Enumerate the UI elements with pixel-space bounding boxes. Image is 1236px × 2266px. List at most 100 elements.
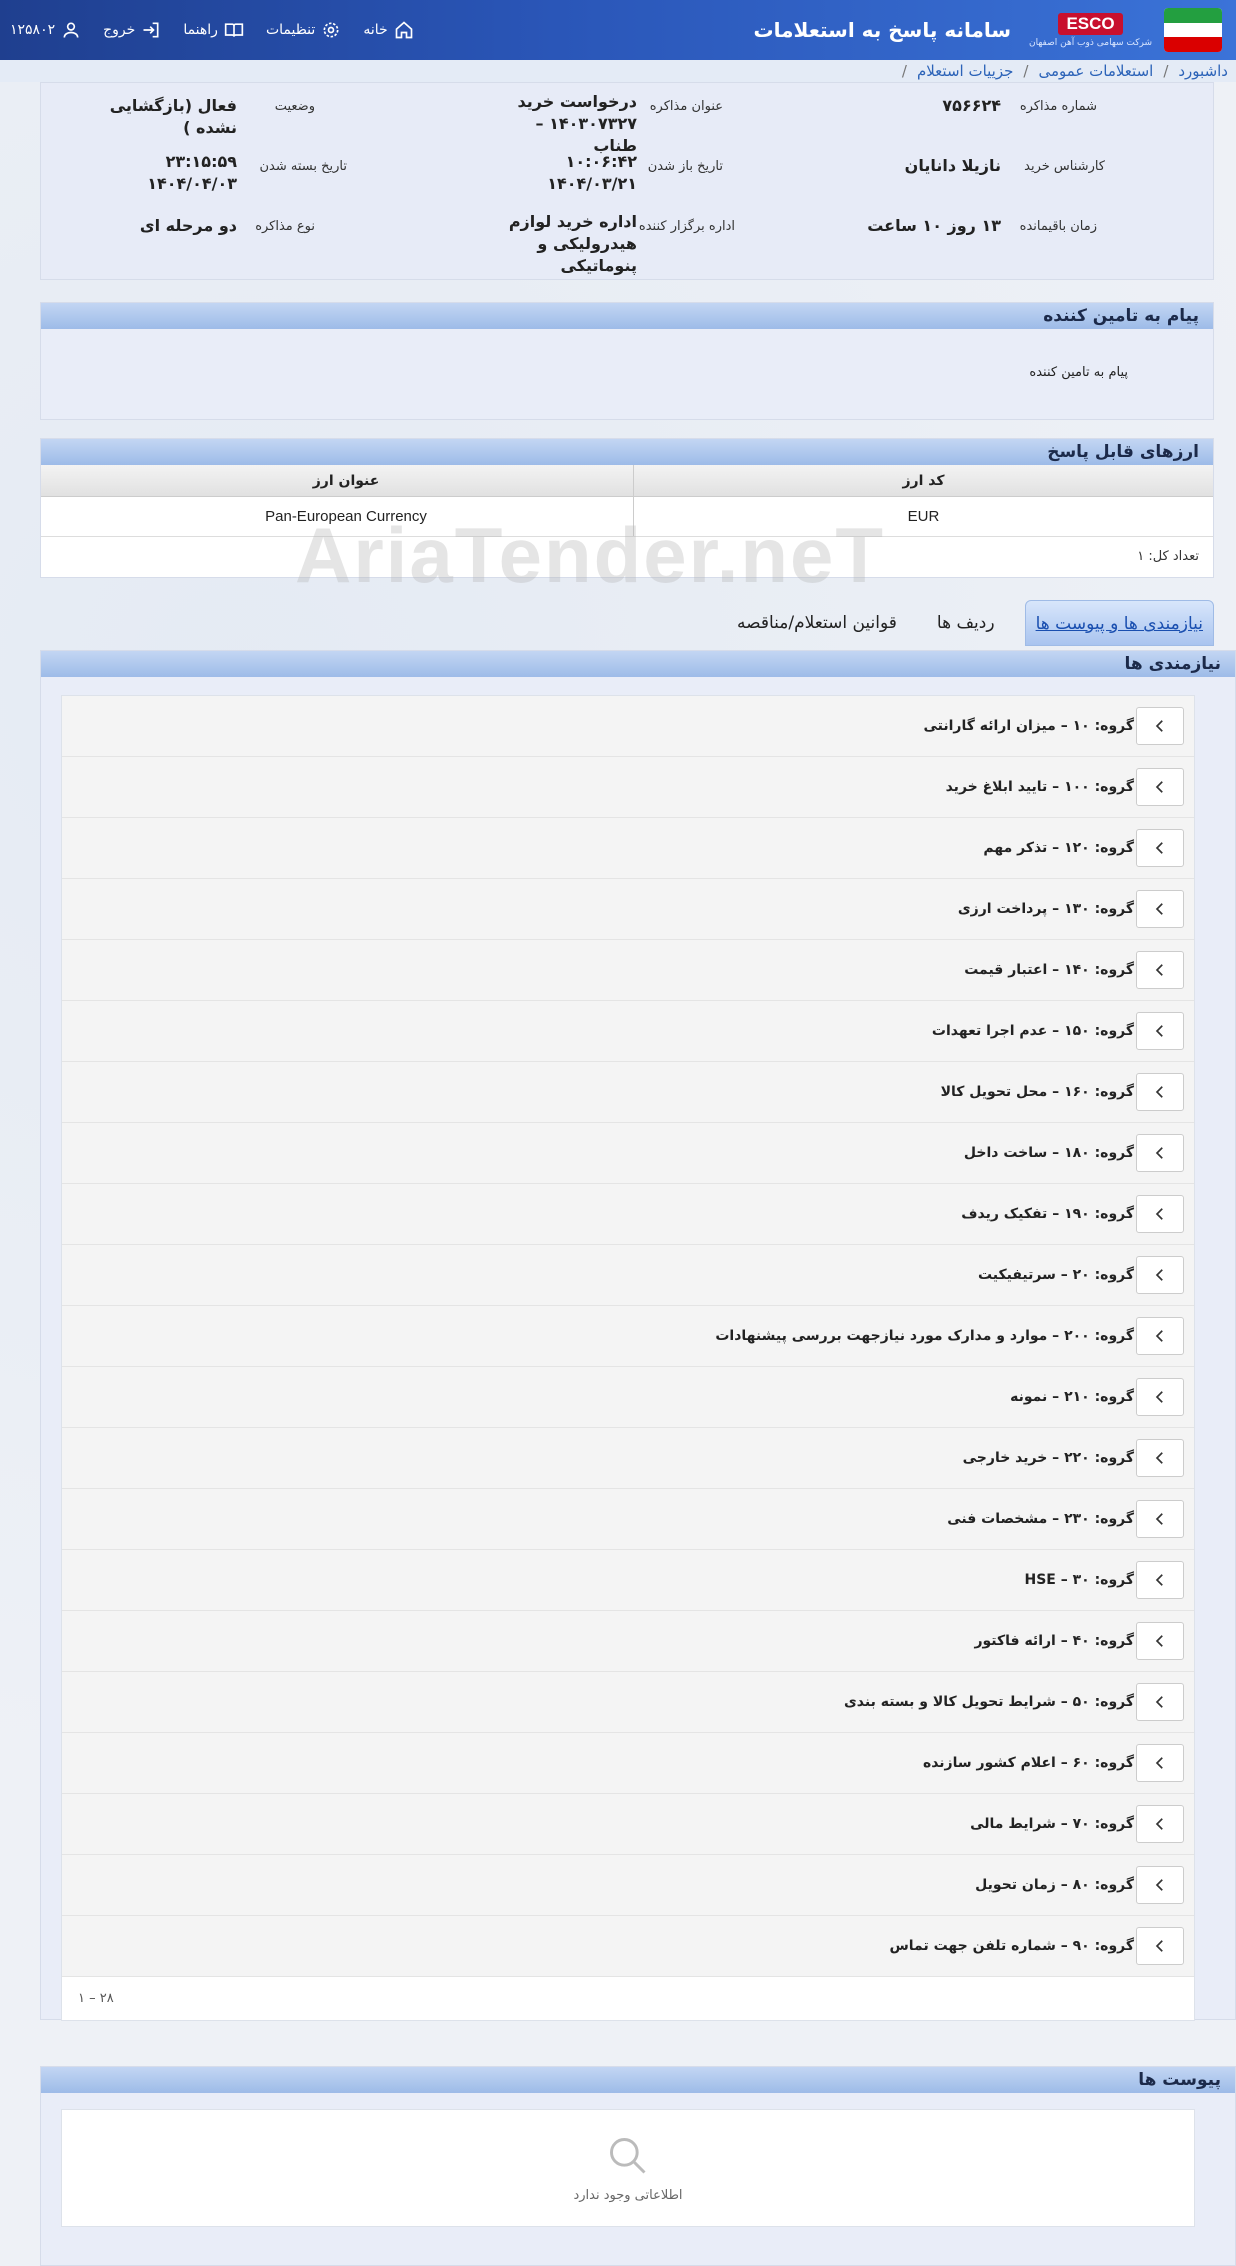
list-item[interactable]: گروه: ۱۴۰ – اعتبار قیمت — [62, 940, 1194, 1001]
list-item[interactable]: گروه: ۵۰ – شرایط تحویل کالا و بسته بندی — [62, 1672, 1194, 1733]
esco-logo: ESCO — [1058, 12, 1123, 35]
expand-button[interactable] — [1136, 1866, 1184, 1904]
list-item[interactable]: گروه: ۱۹۰ – تفکیک ریدف — [62, 1184, 1194, 1245]
tab-rows[interactable]: ردیف ها — [927, 600, 1005, 646]
label-negotiation-number: شماره مذاکره — [1019, 99, 1097, 114]
currencies-panel: ارزهای قابل پاسخ کد ارز عنوان ارز EUR Pa… — [40, 438, 1214, 578]
requirement-group-label: گروه: ۱۶۰ – محل تحویل کالا — [940, 1084, 1134, 1100]
nav-user[interactable]: ۱۲۵۸۰۲ — [10, 20, 81, 40]
requirement-group-label: گروه: ۱۹۰ – تفکیک ریدف — [961, 1206, 1134, 1222]
attachments-panel: پیوست ها اطلاعاتی وجود ندارد — [40, 2066, 1236, 2266]
list-item[interactable]: گروه: ۲۲۰ – خرید خارجی — [62, 1428, 1194, 1489]
nav-settings[interactable]: تنظیمات — [266, 20, 341, 40]
company-subtitle: شرکت سهامی ذوب آهن اصفهان — [1029, 37, 1152, 48]
requirement-group-label: گروه: ۳۰ – HSE — [1024, 1572, 1134, 1588]
currency-code-cell: EUR — [633, 497, 1213, 536]
list-item[interactable]: گروه: ۲۳۰ – مشخصات فنی — [62, 1489, 1194, 1550]
chevron-left-icon — [1155, 1330, 1163, 1342]
nav-home-label: خانه — [363, 22, 388, 38]
breadcrumb-dashboard[interactable]: داشبورد — [1178, 62, 1228, 80]
breadcrumb: داشبورد / استعلامات عمومی / جزییات استعل… — [0, 60, 1236, 82]
list-item[interactable]: گروه: ۸۰ – زمان تحویل — [62, 1855, 1194, 1916]
tab-inquiry-rules[interactable]: قوانین استعلام/مناقصه — [727, 600, 907, 646]
expand-button[interactable] — [1136, 829, 1184, 867]
breadcrumb-current: جزییات استعلام — [916, 62, 1014, 80]
label-organizer: اداره برگزار کننده — [638, 219, 735, 234]
expand-button[interactable] — [1136, 707, 1184, 745]
list-item[interactable]: گروه: ۱۰ – میزان ارائه گارانتی — [62, 696, 1194, 757]
expand-button[interactable] — [1136, 1622, 1184, 1660]
label-close-date: تاریخ بسته شدن — [259, 159, 347, 174]
expand-button[interactable] — [1136, 1256, 1184, 1294]
nav-logout-label: خروج — [103, 22, 136, 38]
requirement-group-label: گروه: ۴۰ – ارائه فاکتور — [974, 1633, 1134, 1649]
nav-home[interactable]: خانه — [363, 20, 413, 40]
expand-button[interactable] — [1136, 1744, 1184, 1782]
requirement-group-label: گروه: ۹۰ – شماره تلفن جهت تماس — [889, 1938, 1134, 1954]
expand-button[interactable] — [1136, 1195, 1184, 1233]
column-header-code[interactable]: کد ارز — [633, 465, 1213, 496]
top-header: ESCO شرکت سهامی ذوب آهن اصفهان سامانه پا… — [0, 0, 1236, 60]
list-item[interactable]: گروه: ۲۰ – سرتیفیکیت — [62, 1245, 1194, 1306]
expand-button[interactable] — [1136, 1317, 1184, 1355]
tab-requirements-attachments[interactable]: نیازمندی ها و پیوست ها — [1024, 600, 1214, 646]
requirement-group-label: گروه: ۲۰۰ – موارد و مدارک مورد نیازجهت ب… — [715, 1328, 1134, 1344]
list-item[interactable]: گروه: ۲۱۰ – نمونه — [62, 1367, 1194, 1428]
list-item[interactable]: گروه: ۹۰ – شماره تلفن جهت تماس — [62, 1916, 1194, 1977]
expand-button[interactable] — [1136, 1073, 1184, 1111]
expand-button[interactable] — [1136, 1927, 1184, 1965]
list-item[interactable]: گروه: ۶۰ – اعلام کشور سازنده — [62, 1733, 1194, 1794]
list-item[interactable]: گروه: ۱۰۰ – تایید ابلاغ خرید — [62, 757, 1194, 818]
app-title: سامانه پاسخ به استعلامات — [753, 18, 1012, 42]
expand-button[interactable] — [1136, 1561, 1184, 1599]
expand-button[interactable] — [1136, 1683, 1184, 1721]
table-row[interactable]: EUR Pan-European Currency — [41, 497, 1213, 537]
chevron-left-icon — [1155, 964, 1163, 976]
attachments-title: پیوست ها — [41, 2067, 1235, 2093]
chevron-left-icon — [1155, 1147, 1163, 1159]
expand-button[interactable] — [1136, 951, 1184, 989]
value-negotiation-title: درخواست خرید ۱۴۰۳۰۷۳۲۷ – طناب — [517, 92, 637, 155]
value-organizer: اداره خرید لوازم هیدرولیکی و پنوماتیکی — [508, 212, 637, 275]
list-item[interactable]: گروه: ۱۳۰ – پرداخت ارزی — [62, 879, 1194, 940]
requirement-group-label: گروه: ۸۰ – زمان تحویل — [975, 1877, 1134, 1893]
value-negotiation-number: ۷۵۶۶۲۴ — [942, 96, 1001, 115]
expand-button[interactable] — [1136, 1012, 1184, 1050]
requirement-group-label: گروه: ۱۲۰ – تذکر مهم — [983, 840, 1134, 856]
chevron-left-icon — [1155, 1086, 1163, 1098]
list-item[interactable]: گروه: ۷۰ – شرایط مالی — [62, 1794, 1194, 1855]
nav-help[interactable]: راهنما — [183, 20, 244, 40]
expand-button[interactable] — [1136, 1439, 1184, 1477]
expand-button[interactable] — [1136, 1134, 1184, 1172]
breadcrumb-public-inquiries[interactable]: استعلامات عمومی — [1038, 62, 1153, 80]
expand-button[interactable] — [1136, 890, 1184, 928]
currencies-header-row: کد ارز عنوان ارز — [41, 465, 1213, 497]
expand-button[interactable] — [1136, 768, 1184, 806]
chevron-left-icon — [1155, 720, 1163, 732]
label-negotiation-title: عنوان مذاکره — [649, 99, 723, 114]
nav-logout[interactable]: خروج — [103, 20, 161, 40]
requirement-group-label: گروه: ۵۰ – شرایط تحویل کالا و بسته بندی — [843, 1694, 1134, 1710]
list-item[interactable]: گروه: ۴۰ – ارائه فاکتور — [62, 1611, 1194, 1672]
requirement-group-label: گروه: ۲۲۰ – خرید خارجی — [962, 1450, 1134, 1466]
list-item[interactable]: گروه: ۱۸۰ – ساخت داخل — [62, 1123, 1194, 1184]
label-status: وضعیت — [274, 99, 315, 114]
expand-button[interactable] — [1136, 1805, 1184, 1843]
requirement-group-label: گروه: ۲۳۰ – مشخصات فنی — [947, 1511, 1134, 1527]
requirements-pager: ۱ – ۲۸ — [78, 1991, 114, 2006]
expand-button[interactable] — [1136, 1500, 1184, 1538]
requirement-group-label: گروه: ۱۰۰ – تایید ابلاغ خرید — [945, 779, 1134, 795]
list-item[interactable]: گروه: ۳۰ – HSE — [62, 1550, 1194, 1611]
requirements-panel: نیازمندی ها ۱ – ۲۸ گروه: ۱۰ – میزان ارائ… — [40, 650, 1236, 2021]
chevron-left-icon — [1155, 1025, 1163, 1037]
expand-button[interactable] — [1136, 1378, 1184, 1416]
chevron-left-icon — [1155, 1452, 1163, 1464]
list-item[interactable]: گروه: ۱۵۰ – عدم اجرا تعهدات — [62, 1001, 1194, 1062]
list-item[interactable]: گروه: ۱۲۰ – تذکر مهم — [62, 818, 1194, 879]
requirement-group-label: گروه: ۲۱۰ – نمونه — [1010, 1389, 1134, 1405]
list-item[interactable]: گروه: ۱۶۰ – محل تحویل کالا — [62, 1062, 1194, 1123]
list-item[interactable]: گروه: ۲۰۰ – موارد و مدارک مورد نیازجهت ب… — [62, 1306, 1194, 1367]
attachments-empty-box: اطلاعاتی وجود ندارد — [61, 2109, 1195, 2227]
column-header-title[interactable]: عنوان ارز — [59, 465, 633, 496]
breadcrumb-separator: / — [1023, 62, 1029, 80]
